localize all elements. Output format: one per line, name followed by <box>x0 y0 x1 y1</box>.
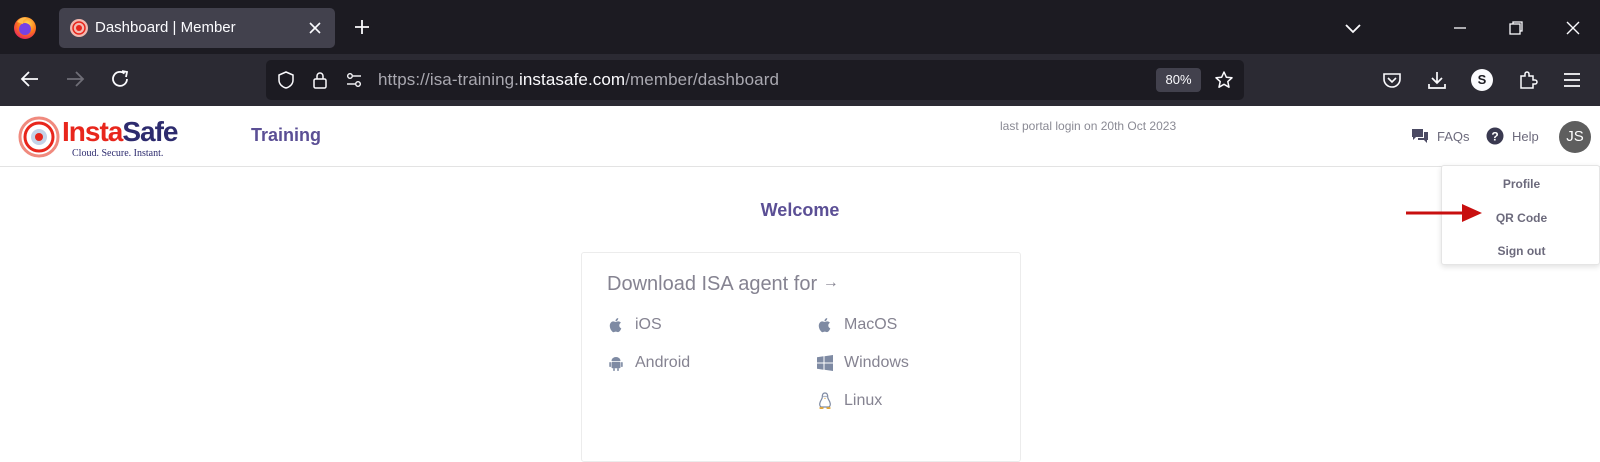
tab-title: Dashboard | Member <box>95 19 236 36</box>
ios-label: iOS <box>635 316 662 333</box>
account-avatar-icon[interactable]: S <box>1471 69 1493 91</box>
new-tab-plus-icon[interactable] <box>352 17 372 37</box>
back-arrow-icon[interactable] <box>19 68 41 90</box>
hamburger-menu-icon[interactable] <box>1561 69 1583 91</box>
user-avatar[interactable]: JS <box>1559 121 1591 153</box>
red-annotation-arrow-icon <box>1406 204 1482 222</box>
reload-icon[interactable] <box>109 68 131 90</box>
bookmark-star-icon[interactable] <box>1214 70 1234 90</box>
instasafe-logo[interactable]: InstaSafe Cloud. Secure. Instant. <box>18 114 179 162</box>
download-android-link[interactable]: Android <box>607 354 690 372</box>
download-title: Download ISA agent for → <box>607 273 839 295</box>
faqs-label: FAQs <box>1437 128 1470 144</box>
android-icon <box>609 357 623 371</box>
firefox-logo-icon[interactable] <box>12 14 38 40</box>
chat-bubbles-icon <box>1412 129 1428 143</box>
apple-icon <box>609 318 622 333</box>
window-close-icon[interactable] <box>1563 18 1583 38</box>
welcome-heading: Welcome <box>760 200 840 220</box>
download-windows-link[interactable]: Windows <box>816 354 909 372</box>
linux-tux-icon <box>819 392 831 409</box>
page-content: InstaSafe Cloud. Secure. Instant. Traini… <box>0 106 1600 462</box>
question-circle-icon: ? <box>1486 127 1504 145</box>
forward-arrow-icon[interactable] <box>64 68 86 90</box>
windows-icon <box>817 355 833 371</box>
window-restore-icon[interactable] <box>1506 18 1526 38</box>
extensions-puzzle-icon[interactable] <box>1517 69 1539 91</box>
url-prefix: https://isa-training. <box>378 70 519 89</box>
help-label: Help <box>1512 128 1539 144</box>
browser-tab-bar: Dashboard | Member <box>0 0 1600 54</box>
android-label: Android <box>635 354 691 371</box>
faqs-link[interactable]: FAQs <box>1411 126 1470 146</box>
tracking-shield-icon[interactable] <box>276 70 296 90</box>
logo-tagline: Cloud. Secure. Instant. <box>72 148 164 159</box>
download-macos-link[interactable]: MacOS <box>816 316 897 334</box>
help-link[interactable]: ? Help <box>1486 126 1539 146</box>
address-bar[interactable]: https://isa-training.instasafe.com/membe… <box>266 60 1244 100</box>
url-text[interactable]: https://isa-training.instasafe.com/membe… <box>378 70 779 90</box>
macos-label: MacOS <box>844 316 898 333</box>
linux-label: Linux <box>844 392 883 409</box>
download-ios-link[interactable]: iOS <box>607 316 662 334</box>
lock-icon[interactable] <box>310 70 330 90</box>
svg-text:?: ? <box>1491 130 1498 144</box>
instasafe-logo-swirl-icon <box>18 116 60 158</box>
list-all-tabs-chevron-icon[interactable] <box>1343 18 1363 38</box>
downloads-icon[interactable] <box>1426 69 1448 91</box>
url-host: instasafe.com <box>519 70 626 89</box>
url-path: /member/dashboard <box>625 70 780 89</box>
last-login-text: last portal login on 20th Oct 2023 <box>1000 119 1177 133</box>
arrow-right-icon: → <box>822 274 839 291</box>
active-tab[interactable]: Dashboard | Member <box>59 8 335 48</box>
permissions-sliders-icon[interactable] <box>344 70 364 90</box>
zoom-level-button[interactable]: 80% <box>1156 68 1201 92</box>
menu-item-profile[interactable]: Profile <box>1442 177 1600 191</box>
windows-label: Windows <box>844 354 909 371</box>
pocket-icon[interactable] <box>1381 69 1403 91</box>
browser-nav-bar: https://isa-training.instasafe.com/membe… <box>0 54 1600 106</box>
instasafe-favicon-icon <box>70 19 88 37</box>
download-linux-link[interactable]: Linux <box>816 392 882 410</box>
menu-item-sign-out[interactable]: Sign out <box>1442 244 1600 258</box>
close-tab-icon[interactable] <box>305 18 325 38</box>
window-minimize-icon[interactable] <box>1450 18 1470 38</box>
logo-wordmark: InstaSafe <box>62 116 179 147</box>
section-title[interactable]: Training <box>251 125 321 146</box>
apple-icon <box>818 318 831 333</box>
site-header: InstaSafe Cloud. Secure. Instant. Traini… <box>0 106 1600 167</box>
download-agent-card: Download ISA agent for → iOS MacOS Andro… <box>581 252 1021 462</box>
